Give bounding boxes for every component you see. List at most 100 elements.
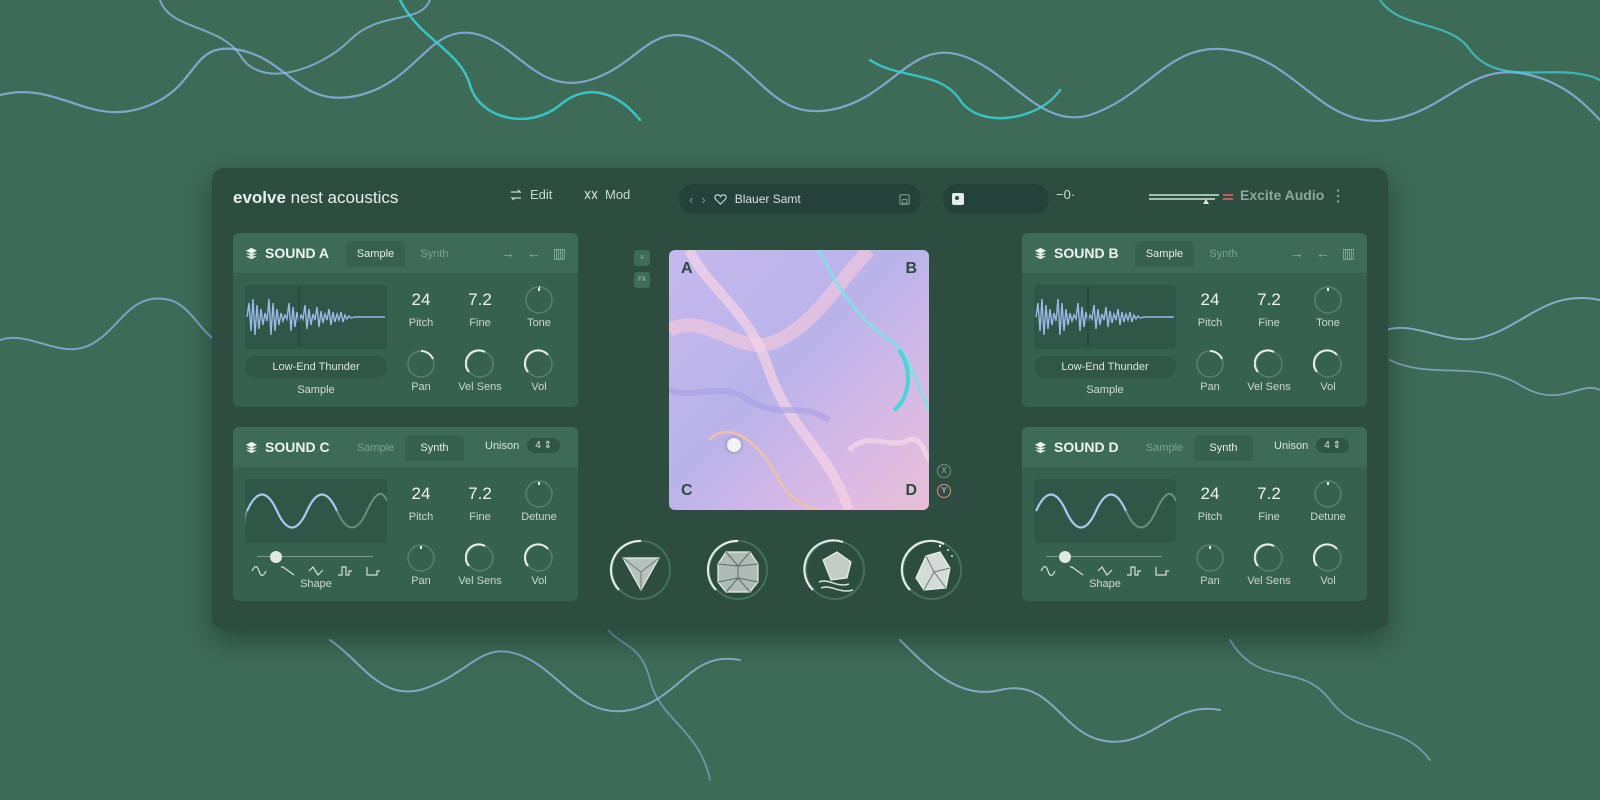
triangle-wave-icon[interactable] <box>308 565 324 577</box>
macro-knob-1[interactable] <box>609 538 673 602</box>
more-menu-icon[interactable]: ⋮ <box>1330 186 1346 206</box>
sound-d-header: SOUND D Sample Synth Unison 4 ⇕ <box>1022 427 1367 467</box>
next-preset-icon[interactable]: › <box>701 192 705 207</box>
edit-button[interactable]: Edit <box>509 187 552 202</box>
tab-sample[interactable]: Sample <box>1135 435 1194 461</box>
swap-icon <box>510 189 522 200</box>
pitch-control[interactable]: 24 Pitch <box>391 479 451 523</box>
pulse-wave-icon[interactable] <box>1154 565 1170 577</box>
vel-sens-knob[interactable]: Vel Sens <box>1239 543 1299 587</box>
shape-slider[interactable] <box>1046 551 1162 563</box>
detune-knob[interactable]: Detune <box>509 479 569 523</box>
vol-knob[interactable]: Vol <box>1298 543 1358 587</box>
square-wave-icon[interactable] <box>337 565 353 577</box>
source-label: Sample <box>1086 384 1124 396</box>
arrow-left-icon[interactable]: ← <box>527 245 541 262</box>
layers-icon <box>245 247 258 259</box>
sound-a-header: SOUND A Sample Synth → ← ▥ <box>233 233 578 273</box>
vel-sens-knob[interactable]: Vel Sens <box>1239 349 1299 393</box>
tab-synth[interactable]: Synth <box>1194 435 1253 461</box>
shape-label: Shape <box>300 578 332 590</box>
sample-name-button[interactable]: Low-End Thunder <box>1034 356 1176 378</box>
tab-synth[interactable]: Synth <box>405 435 464 461</box>
corner-a-label: A <box>681 260 693 277</box>
layers-icon <box>245 441 258 453</box>
arrow-right-icon[interactable]: → <box>1290 245 1304 262</box>
shape-slider-thumb[interactable] <box>270 551 282 563</box>
sound-a-title: SOUND A <box>265 245 330 261</box>
sample-name-button[interactable]: Low-End Thunder <box>245 356 387 378</box>
tone-knob[interactable]: Tone <box>509 285 569 329</box>
phase-icon[interactable]: −0· <box>1056 187 1075 202</box>
keyboard-icon[interactable]: ▥ <box>1342 245 1355 262</box>
sample-waveform[interactable] <box>245 285 387 349</box>
tab-synth[interactable]: Synth <box>1194 241 1253 267</box>
keyboard-icon[interactable]: ▥ <box>553 245 566 262</box>
pitch-control[interactable]: 24 Pitch <box>1180 285 1240 329</box>
pan-knob[interactable]: Pan <box>391 543 451 587</box>
heart-icon[interactable] <box>714 193 727 206</box>
pitch-control[interactable]: 24 Pitch <box>1180 479 1240 523</box>
pitch-control[interactable]: 24 Pitch <box>391 285 451 329</box>
xy-mini-display[interactable] <box>943 184 1049 214</box>
macro-knob-2[interactable] <box>706 538 770 602</box>
tab-sample[interactable]: Sample <box>1135 241 1194 267</box>
xy-pad[interactable]: A B C D <box>669 250 929 510</box>
sound-c-title: SOUND C <box>265 439 330 455</box>
pulse-wave-icon[interactable] <box>365 565 381 577</box>
pan-knob[interactable]: Pan <box>391 349 451 393</box>
unison-control[interactable]: Unison 4 ⇕ <box>1274 438 1349 453</box>
synth-waveform[interactable] <box>1034 479 1177 543</box>
previous-preset-icon[interactable]: ‹ <box>689 192 693 207</box>
unison-control[interactable]: Unison 4 ⇕ <box>485 438 560 453</box>
output-level-marker[interactable] <box>1203 199 1209 204</box>
sound-b-panel: SOUND B Sample Synth → ← ▥ Low-End Thund… <box>1022 233 1367 407</box>
fine-control[interactable]: 7.2 Fine <box>450 479 510 523</box>
y-axis-toggle[interactable]: Y <box>937 484 951 498</box>
shape-slider-thumb[interactable] <box>1059 551 1071 563</box>
saw-wave-icon[interactable] <box>280 565 296 577</box>
tab-synth[interactable]: Synth <box>405 241 464 267</box>
output-meter[interactable] <box>1149 194 1233 204</box>
mod-icon <box>584 190 598 199</box>
xy-pad-handle[interactable] <box>727 438 741 452</box>
arrow-right-icon[interactable]: → <box>501 245 515 262</box>
save-icon[interactable] <box>898 193 911 206</box>
corner-b-label: B <box>905 260 917 277</box>
sound-c-header: SOUND C Sample Synth Unison 4 ⇕ <box>233 427 578 467</box>
pan-knob[interactable]: Pan <box>1180 349 1240 393</box>
vol-knob[interactable]: Vol <box>509 349 569 393</box>
preset-name[interactable]: Blauer Samt <box>735 192 890 206</box>
maker-logo[interactable]: Excite Audio <box>1240 187 1324 203</box>
vel-sens-knob[interactable]: Vel Sens <box>450 349 510 393</box>
vel-sens-knob[interactable]: Vel Sens <box>450 543 510 587</box>
saw-wave-icon[interactable] <box>1069 565 1085 577</box>
tab-sample[interactable]: Sample <box>346 241 405 267</box>
arrow-left-icon[interactable]: ← <box>1316 245 1330 262</box>
synth-waveform[interactable] <box>243 479 388 543</box>
sine-wave-icon[interactable] <box>1040 565 1056 577</box>
fine-control[interactable]: 7.2 Fine <box>1239 285 1299 329</box>
macro-knob-4[interactable] <box>900 538 964 602</box>
shape-label: Shape <box>1089 578 1121 590</box>
sine-wave-icon[interactable] <box>251 565 267 577</box>
shape-slider[interactable] <box>257 551 373 563</box>
pan-knob[interactable]: Pan <box>1180 543 1240 587</box>
macro-knob-3[interactable] <box>803 538 867 602</box>
layers-view-icon[interactable]: ≡ <box>634 250 650 266</box>
square-wave-icon[interactable] <box>1126 565 1142 577</box>
fx-view-icon[interactable]: FX <box>634 272 650 288</box>
sample-waveform[interactable] <box>1034 285 1176 349</box>
xy-pad-art <box>669 250 929 510</box>
vol-knob[interactable]: Vol <box>509 543 569 587</box>
tone-knob[interactable]: Tone <box>1298 285 1358 329</box>
vol-knob[interactable]: Vol <box>1298 349 1358 393</box>
fine-control[interactable]: 7.2 Fine <box>450 285 510 329</box>
fine-control[interactable]: 7.2 Fine <box>1239 479 1299 523</box>
detune-knob[interactable]: Detune <box>1298 479 1358 523</box>
triangle-wave-icon[interactable] <box>1097 565 1113 577</box>
mod-button[interactable]: Mod <box>584 187 630 202</box>
x-axis-toggle[interactable]: X <box>937 464 951 478</box>
tab-sample[interactable]: Sample <box>346 435 405 461</box>
sound-c-panel: SOUND C Sample Synth Unison 4 ⇕ Shape 24… <box>233 427 578 601</box>
